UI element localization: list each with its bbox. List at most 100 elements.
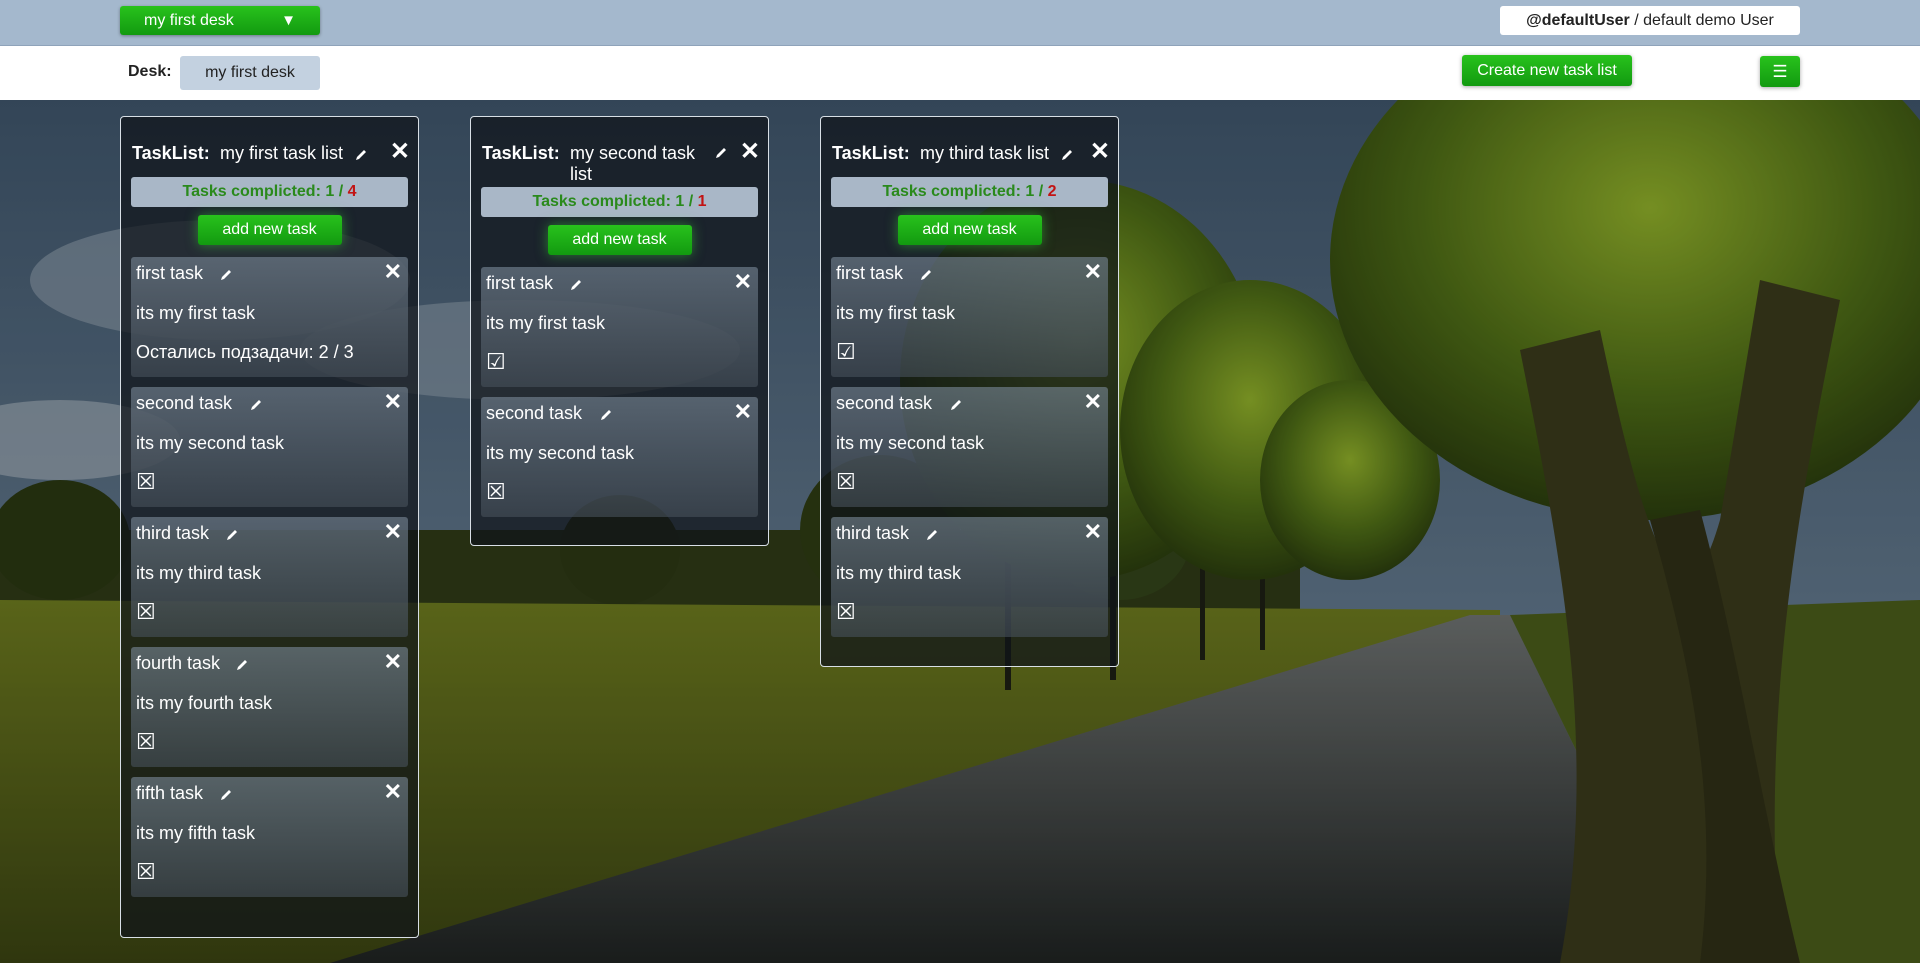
- tasklist-panel-2: TaskList: my second task list ✕ Tasks co…: [470, 116, 769, 546]
- task-title: fifth task: [136, 783, 204, 803]
- task-card[interactable]: second task ✕ its my second task ☒: [131, 387, 408, 507]
- create-task-list-button[interactable]: Create new task list: [1462, 55, 1632, 86]
- checkbox-unchecked-icon[interactable]: ☒: [136, 729, 156, 755]
- stats-label: Tasks complicted:: [532, 193, 676, 210]
- task-card[interactable]: second task ✕ its my second task ☒: [481, 397, 758, 517]
- task-card[interactable]: first task ✕ its my first task ☑: [481, 267, 758, 387]
- task-title: second task: [836, 393, 933, 413]
- pencil-icon[interactable]: [714, 146, 728, 160]
- user-handle: @defaultUser: [1526, 12, 1630, 29]
- checkbox-unchecked-icon[interactable]: ☒: [836, 469, 856, 495]
- stats-label: Tasks complicted:: [182, 183, 326, 200]
- pencil-icon[interactable]: [949, 398, 963, 412]
- stats-separator: /: [1034, 183, 1048, 200]
- close-icon[interactable]: ✕: [1084, 519, 1102, 545]
- add-task-button[interactable]: add new task: [547, 225, 692, 255]
- tasks-completed-counter: Tasks complicted: 1 / 4: [131, 177, 408, 207]
- pencil-icon[interactable]: [1060, 148, 1074, 162]
- close-icon[interactable]: ✕: [384, 779, 402, 805]
- tasklist-label: TaskList:: [482, 143, 560, 163]
- pencil-icon[interactable]: [599, 408, 613, 422]
- user-name: default demo User: [1643, 12, 1774, 29]
- task-card[interactable]: first task ✕ its my first task ☑: [831, 257, 1108, 377]
- user-separator: /: [1629, 12, 1644, 29]
- close-icon[interactable]: ✕: [384, 519, 402, 545]
- checkbox-unchecked-icon[interactable]: ☒: [486, 479, 506, 505]
- tasklist-header: TaskList: my third task list ✕: [821, 117, 1118, 177]
- pencil-icon[interactable]: [219, 788, 233, 802]
- desk-label: Desk:: [128, 63, 172, 80]
- checkbox-unchecked-icon[interactable]: ☒: [136, 859, 156, 885]
- task-card[interactable]: fourth task ✕ its my fourth task ☒: [131, 647, 408, 767]
- task-description: its my second task: [486, 443, 635, 463]
- close-icon[interactable]: ✕: [1084, 389, 1102, 415]
- checkbox-unchecked-icon[interactable]: ☒: [836, 599, 856, 625]
- stats-total: 1: [697, 193, 707, 210]
- close-icon[interactable]: ✕: [1084, 259, 1102, 285]
- close-icon[interactable]: ✕: [390, 137, 410, 166]
- task-description: its my first task: [486, 313, 606, 333]
- checkbox-unchecked-icon[interactable]: ☒: [136, 469, 156, 495]
- user-badge: @defaultUser / default demo User: [1500, 6, 1800, 35]
- task-description: its my second task: [136, 433, 285, 453]
- close-icon[interactable]: ✕: [740, 137, 760, 166]
- task-card[interactable]: second task ✕ its my second task ☒: [831, 387, 1108, 507]
- stats-label: Tasks complicted:: [882, 183, 1026, 200]
- stats-separator: /: [334, 183, 348, 200]
- pencil-icon[interactable]: [569, 278, 583, 292]
- task-card[interactable]: third task ✕ its my third task ☒: [831, 517, 1108, 637]
- task-card[interactable]: fifth task ✕ its my fifth task ☒: [131, 777, 408, 897]
- desk-name-field[interactable]: my first desk: [180, 56, 320, 90]
- stats-done: 1: [675, 193, 685, 210]
- tasklist-label: TaskList:: [832, 143, 910, 163]
- close-icon[interactable]: ✕: [734, 269, 752, 295]
- add-task-button[interactable]: add new task: [197, 215, 342, 245]
- tasklist-header: TaskList: my second task list ✕: [471, 117, 768, 187]
- task-title: fourth task: [136, 653, 221, 673]
- add-task-button[interactable]: add new task: [897, 215, 1042, 245]
- checkbox-checked-icon[interactable]: ☑: [486, 349, 506, 375]
- task-description: its my first task: [136, 303, 256, 323]
- pencil-icon[interactable]: [354, 148, 368, 162]
- checkbox-checked-icon[interactable]: ☑: [836, 339, 856, 365]
- close-icon[interactable]: ✕: [384, 649, 402, 675]
- tasklist-label: TaskList:: [132, 143, 210, 163]
- tasklist-panel-3: TaskList: my third task list ✕ Tasks com…: [820, 116, 1119, 667]
- task-title: third task: [136, 523, 210, 543]
- stats-total: 2: [1047, 183, 1057, 200]
- task-card[interactable]: third task ✕ its my third task ☒: [131, 517, 408, 637]
- pencil-icon[interactable]: [249, 398, 263, 412]
- task-card[interactable]: first task ✕ its my first task Остались …: [131, 257, 408, 377]
- stats-done: 1: [325, 183, 335, 200]
- subtasks-remaining: Остались подзадачи: 2 / 3: [136, 342, 354, 362]
- task-description: its my first task: [836, 303, 956, 323]
- desk-selector-dropdown[interactable]: my first desk ▼: [120, 6, 320, 35]
- task-title: third task: [836, 523, 910, 543]
- tasks-completed-counter: Tasks complicted: 1 / 2: [831, 177, 1108, 207]
- desk-selector-label: my first desk: [144, 12, 234, 29]
- top-bar: my first desk ▼ @defaultUser / default d…: [0, 0, 1920, 46]
- stats-done: 1: [1025, 183, 1035, 200]
- task-title: second task: [136, 393, 233, 413]
- tasklist-name: my first task list: [220, 143, 344, 163]
- menu-icon[interactable]: ☰: [1760, 56, 1800, 87]
- task-description: its my fifth task: [136, 823, 256, 843]
- stats-total: 4: [347, 183, 357, 200]
- triangle-down-icon: ▼: [281, 12, 296, 29]
- pencil-icon[interactable]: [925, 528, 939, 542]
- close-icon[interactable]: ✕: [734, 399, 752, 425]
- pencil-icon[interactable]: [219, 268, 233, 282]
- pencil-icon[interactable]: [919, 268, 933, 282]
- pencil-icon[interactable]: [235, 658, 249, 672]
- tasklist-panel-1: TaskList: my first task list ✕ Tasks com…: [120, 116, 419, 938]
- pencil-icon[interactable]: [225, 528, 239, 542]
- close-icon[interactable]: ✕: [1090, 137, 1110, 166]
- task-description: its my fourth task: [136, 693, 273, 713]
- task-description: its my second task: [836, 433, 985, 453]
- checkbox-unchecked-icon[interactable]: ☒: [136, 599, 156, 625]
- tasklist-name: my third task list: [920, 143, 1050, 163]
- close-icon[interactable]: ✕: [384, 389, 402, 415]
- stats-separator: /: [684, 193, 698, 210]
- tasklist-name: my second task list: [570, 143, 696, 184]
- close-icon[interactable]: ✕: [384, 259, 402, 285]
